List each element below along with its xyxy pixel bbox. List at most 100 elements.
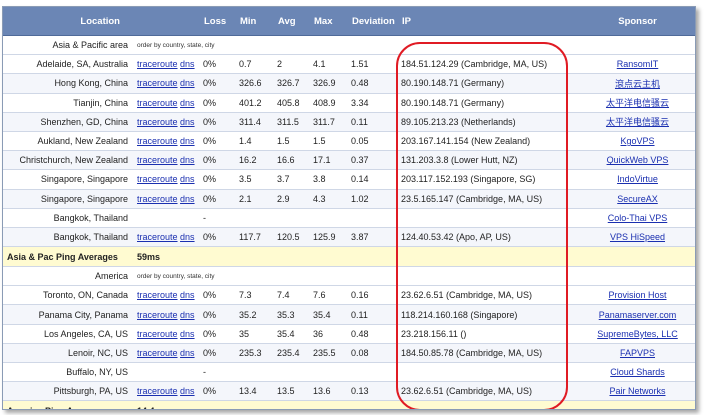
traceroute-link[interactable]: traceroute [137, 78, 178, 88]
traceroute-link[interactable]: traceroute [137, 386, 178, 396]
header-row: Location Loss Min Avg Max Deviation IP S… [3, 7, 695, 36]
avg-cell: 7.4 [274, 285, 310, 306]
max-cell [310, 208, 348, 228]
table-row: Adelaide, SA, Australia traceroute dns 0% 0… [3, 54, 695, 75]
traceroute-link[interactable]: traceroute [137, 136, 178, 146]
location-cell: Hong Kong, China [3, 73, 134, 94]
dns-link[interactable]: dns [180, 194, 195, 204]
loss-cell: 0% [200, 54, 236, 75]
ip-cell: 131.203.3.8 (Lower Hutt, NZ) [398, 150, 580, 171]
dns-link[interactable]: dns [180, 174, 195, 184]
deviation-cell: 0.08 [348, 343, 398, 364]
deviation-cell [348, 362, 398, 383]
deviation-cell: 0.14 [348, 169, 398, 190]
table-row: Los Angeles, CA, US traceroute dns 0% 35 35.… [3, 324, 695, 344]
ip-cell: 184.51.124.29 (Cambridge, MA, US) [398, 54, 580, 75]
sponsor-link[interactable]: Cloud Shards [610, 367, 665, 377]
loss-cell: 0% [200, 324, 236, 344]
sponsor-link[interactable]: Panamaserver.com [599, 310, 677, 320]
traceroute-link[interactable]: traceroute [137, 98, 178, 108]
avg-cell: 3.7 [274, 169, 310, 190]
sponsor-link[interactable]: VPS HiSpeed [610, 232, 665, 242]
traceroute-link[interactable]: traceroute [137, 329, 178, 339]
min-cell: 7.3 [236, 285, 274, 306]
dns-link[interactable]: dns [180, 78, 195, 88]
col-sponsor: Sponsor [580, 7, 695, 36]
dns-link[interactable]: dns [180, 386, 195, 396]
sponsor-link[interactable]: Colo-Thai VPS [608, 213, 668, 223]
loss-cell: - [200, 208, 236, 228]
sponsor-link[interactable]: RansomIT [617, 59, 659, 69]
sponsor-cell: FAPVPS [580, 343, 695, 364]
col-min: Min [236, 7, 274, 36]
max-cell: 1.5 [310, 131, 348, 152]
col-deviation: Deviation [348, 7, 398, 36]
tools-cell: traceroute dns [134, 285, 200, 306]
sponsor-link[interactable]: IndoVirtue [617, 174, 658, 184]
traceroute-link[interactable]: traceroute [137, 310, 178, 320]
dns-link[interactable]: dns [180, 98, 195, 108]
max-cell [310, 362, 348, 383]
traceroute-link[interactable]: traceroute [137, 117, 178, 127]
traceroute-link[interactable]: traceroute [137, 194, 178, 204]
sponsor-link[interactable]: 太平洋电信骚云 [606, 117, 669, 127]
traceroute-link[interactable]: traceroute [137, 155, 178, 165]
table-row: Pittsburgh, PA, US traceroute dns 0% 13.4 13… [3, 381, 695, 402]
sponsor-cell: QuickWeb VPS [580, 150, 695, 171]
col-ip: IP [398, 7, 580, 36]
tools-cell: traceroute dns [134, 73, 200, 94]
sponsor-link[interactable]: Pair Networks [609, 386, 665, 396]
sponsor-link[interactable]: SecureAX [617, 194, 658, 204]
location-cell: Buffalo, NY, US [3, 362, 134, 383]
avg-cell: 326.7 [274, 73, 310, 94]
section-header: Asia & Pacific area order by country, sta… [3, 35, 695, 56]
sponsor-link[interactable]: 太平洋电信骚云 [606, 98, 669, 108]
min-cell: 1.4 [236, 131, 274, 152]
ip-cell [398, 362, 580, 383]
traceroute-link[interactable]: traceroute [137, 348, 178, 358]
traceroute-link[interactable]: traceroute [137, 174, 178, 184]
deviation-cell: 0.05 [348, 131, 398, 152]
sponsor-link[interactable]: FAPVPS [620, 348, 655, 358]
traceroute-link[interactable]: traceroute [137, 59, 178, 69]
dns-link[interactable]: dns [180, 329, 195, 339]
tools-cell: traceroute dns [134, 112, 200, 132]
section-title: Asia & Pacific area [3, 35, 134, 56]
sponsor-link[interactable]: SupremeBytes, LLC [597, 329, 678, 339]
avg-cell: 235.4 [274, 343, 310, 364]
dns-link[interactable]: dns [180, 136, 195, 146]
dns-link[interactable]: dns [180, 290, 195, 300]
min-cell: 2.1 [236, 189, 274, 209]
dns-link[interactable]: dns [180, 348, 195, 358]
table-row: Toronto, ON, Canada traceroute dns 0% 7.3 7.… [3, 285, 695, 306]
sponsor-link[interactable]: KgoVPS [620, 136, 654, 146]
dns-link[interactable]: dns [180, 155, 195, 165]
deviation-cell: 1.02 [348, 189, 398, 209]
dns-link[interactable]: dns [180, 59, 195, 69]
min-cell: 311.4 [236, 112, 274, 132]
sponsor-cell: IndoVirtue [580, 169, 695, 190]
ip-cell [398, 208, 580, 228]
sponsor-link[interactable]: QuickWeb VPS [607, 155, 669, 165]
avg-cell: 2 [274, 54, 310, 75]
sponsor-cell: VPS HiSpeed [580, 227, 695, 248]
loss-cell: 0% [200, 381, 236, 402]
dns-link[interactable]: dns [180, 232, 195, 242]
ip-cell: 80.190.148.71 (Germany) [398, 93, 580, 113]
dns-link[interactable]: dns [180, 310, 195, 320]
avg-cell: 13.5 [274, 381, 310, 402]
max-cell: 4.1 [310, 54, 348, 75]
sponsor-link[interactable]: 滾点云主机 [615, 79, 660, 89]
sponsor-link[interactable]: Provision Host [608, 290, 666, 300]
min-cell: 13.4 [236, 381, 274, 402]
traceroute-link[interactable]: traceroute [137, 290, 178, 300]
col-loss: Loss [200, 7, 236, 36]
dns-link[interactable]: dns [180, 117, 195, 127]
max-cell: 13.6 [310, 381, 348, 402]
traceroute-link[interactable]: traceroute [137, 232, 178, 242]
col-location: Location [3, 7, 134, 36]
ip-cell: 203.117.152.193 (Singapore, SG) [398, 169, 580, 190]
loss-cell: 0% [200, 93, 236, 113]
tools-cell: traceroute dns [134, 93, 200, 113]
min-cell: 117.7 [236, 227, 274, 248]
